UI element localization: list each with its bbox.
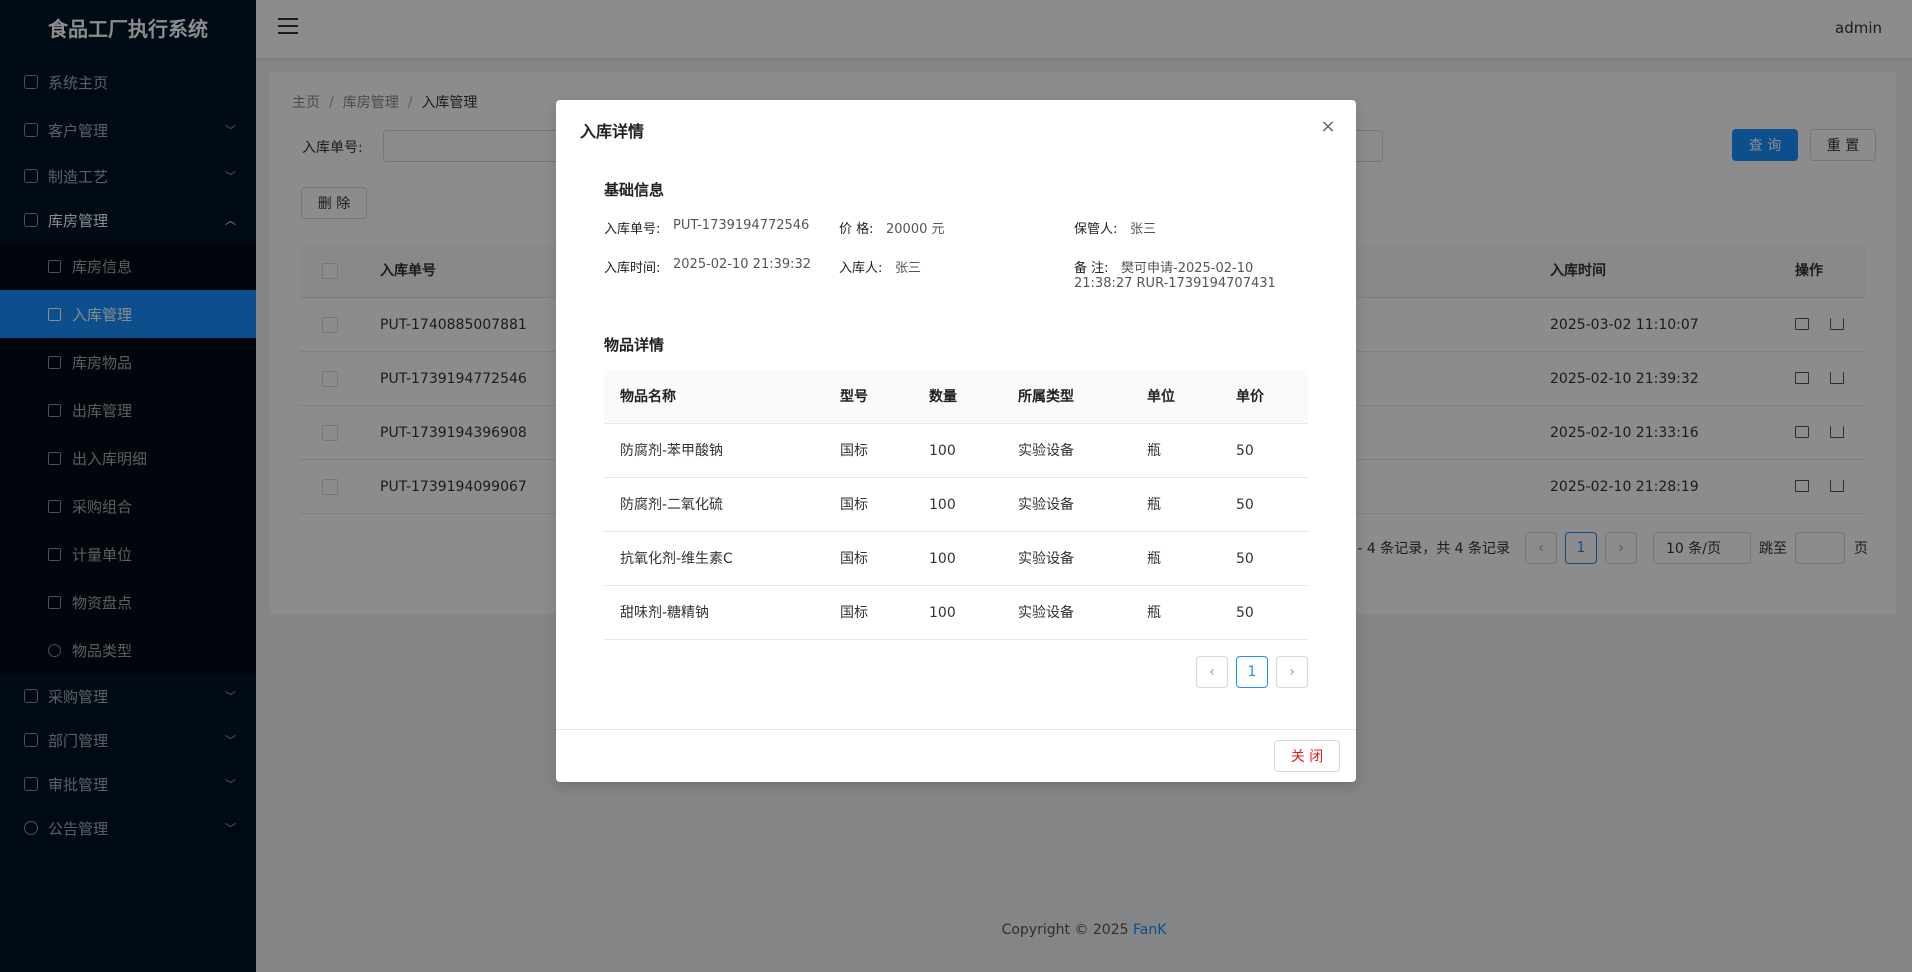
goods-price: 50 (1236, 551, 1254, 567)
info-code-value: PUT-1739194772546 (673, 218, 810, 233)
goods-model: 国标 (840, 443, 868, 459)
goods-type: 实验设备 (1018, 605, 1074, 621)
goods-price: 50 (1236, 497, 1254, 513)
goods-name: 甜味剂-糖精钠 (620, 605, 710, 621)
goods-col-type: 所属类型 (1018, 389, 1074, 405)
goods-name: 抗氧化剂-维生素C (620, 551, 733, 567)
goods-name: 防腐剂-苯甲酸钠 (620, 443, 724, 459)
info-time-label: 入库时间: (604, 261, 661, 276)
basic-info-title: 基础信息 (604, 181, 665, 199)
info-keeper-label: 保管人: (1074, 222, 1118, 237)
modal-pager-next-button[interactable]: › (1276, 656, 1308, 688)
goods-model: 国标 (840, 497, 868, 513)
modal-pager-prev-button[interactable]: ‹ (1196, 656, 1228, 688)
goods-row: 防腐剂-二氧化硫 国标 100 实验设备 瓶 50 (604, 478, 1308, 532)
goods-model: 国标 (840, 551, 868, 567)
goods-qty: 100 (929, 443, 956, 459)
goods-col-qty: 数量 (929, 389, 957, 405)
goods-qty: 100 (929, 605, 956, 621)
goods-detail-title: 物品详情 (604, 336, 665, 354)
goods-unit: 瓶 (1147, 443, 1161, 459)
inbound-detail-modal: 入库详情 × 基础信息 入库单号: PUT-1739194772546 价 格:… (556, 100, 1356, 782)
goods-table: 物品名称 型号 数量 所属类型 单位 单价 防腐剂-苯甲酸钠 国标 100 实验… (604, 370, 1308, 640)
close-button[interactable]: 关 闭 (1274, 740, 1340, 772)
goods-type: 实验设备 (1018, 497, 1074, 513)
info-remark-label: 备 注: (1074, 261, 1109, 276)
close-icon[interactable]: × (1316, 114, 1340, 138)
goods-row: 抗氧化剂-维生素C 国标 100 实验设备 瓶 50 (604, 532, 1308, 586)
modal-footer: 关 闭 (556, 729, 1356, 782)
goods-col-unit: 单位 (1147, 389, 1175, 405)
info-code-label: 入库单号: (604, 222, 661, 237)
info-remark-line2: 21:38:27 RUR-1739194707431 (1074, 276, 1276, 291)
goods-col-price: 单价 (1236, 389, 1264, 405)
goods-table-header: 物品名称 型号 数量 所属类型 单位 单价 (604, 370, 1308, 424)
info-keeper-value: 张三 (1130, 222, 1157, 237)
goods-unit: 瓶 (1147, 605, 1161, 621)
goods-unit: 瓶 (1147, 551, 1161, 567)
goods-price: 50 (1236, 605, 1254, 621)
modal-pager-page-button[interactable]: 1 (1236, 656, 1268, 688)
goods-type: 实验设备 (1018, 551, 1074, 567)
goods-row: 甜味剂-糖精钠 国标 100 实验设备 瓶 50 (604, 586, 1308, 640)
modal-title: 入库详情 (580, 122, 645, 141)
goods-unit: 瓶 (1147, 497, 1161, 513)
goods-type: 实验设备 (1018, 443, 1074, 459)
info-price-label: 价 格: (839, 222, 874, 237)
info-remark-line1: 樊可申请-2025-02-10 (1121, 261, 1254, 276)
info-person-value: 张三 (895, 261, 922, 276)
goods-qty: 100 (929, 551, 956, 567)
info-time-value: 2025-02-10 21:39:32 (673, 257, 812, 272)
info-price-value: 20000 元 (886, 222, 945, 237)
goods-model: 国标 (840, 605, 868, 621)
goods-name: 防腐剂-二氧化硫 (620, 497, 724, 513)
goods-price: 50 (1236, 443, 1254, 459)
goods-qty: 100 (929, 497, 956, 513)
info-person-label: 入库人: (839, 261, 883, 276)
goods-row: 防腐剂-苯甲酸钠 国标 100 实验设备 瓶 50 (604, 424, 1308, 478)
goods-col-name: 物品名称 (620, 389, 676, 405)
goods-col-model: 型号 (840, 389, 868, 405)
